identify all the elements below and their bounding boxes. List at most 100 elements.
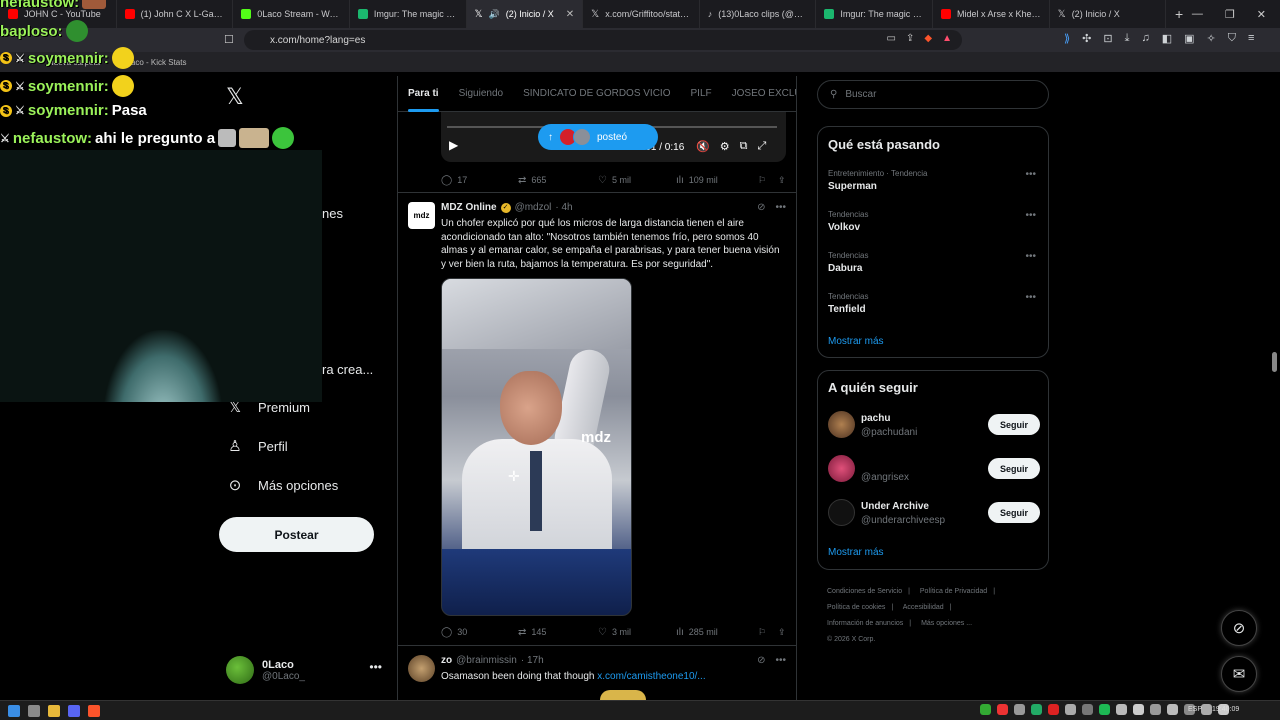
browser-tab[interactable]: Imgur: The magic of the [350, 0, 467, 28]
views-button[interactable]: ılı 109 mil [676, 175, 758, 186]
tray-icon[interactable] [1065, 704, 1076, 715]
more-icon[interactable]: ••• [1025, 210, 1036, 221]
show-more-link[interactable]: Mostrar más [828, 336, 884, 347]
shield-icon[interactable]: ⛉ [1228, 32, 1236, 45]
tab-list[interactable]: SINDICATO DE GORDOS VICIO [513, 76, 680, 112]
pip-icon[interactable]: ⧉ [740, 140, 748, 153]
reply-button[interactable]: ◯ 17 [441, 175, 518, 186]
fullscreen-icon[interactable]: ⤢ [757, 140, 766, 153]
footer-link[interactable]: Más opciones ... [921, 620, 972, 627]
share-button[interactable]: ⇪ [778, 175, 786, 186]
play-icon[interactable]: ▶ [449, 138, 458, 152]
browser-tab[interactable]: ♪(13)0Laco clips (@0Laco [700, 0, 817, 28]
author-handle[interactable]: @mdzol [515, 202, 552, 213]
tray-icon[interactable] [1014, 704, 1025, 715]
cast-icon[interactable]: ▭ [887, 33, 896, 44]
tab-list[interactable]: JOSEO EXCLUSI [722, 76, 796, 112]
nav-profile[interactable]: ♙ Perfil [226, 437, 287, 455]
tray-icon[interactable] [1167, 704, 1178, 715]
more-icon[interactable]: ••• [775, 202, 786, 213]
avatar[interactable] [408, 655, 435, 682]
browser-tab[interactable]: 𝕏 (2) Inicio / X [1050, 0, 1167, 28]
footer-link[interactable]: Información de anuncios [827, 620, 903, 627]
brave-rewards-icon[interactable]: ▲ [942, 33, 952, 44]
restore-icon[interactable]: ❐ [1225, 8, 1235, 21]
nav-more-options[interactable]: ⊙ Más opciones [226, 476, 339, 494]
nav-partial-label[interactable]: ra crea... [322, 362, 373, 377]
minimize-icon[interactable]: — [1192, 8, 1203, 21]
repost-button[interactable]: ⇄ 145 [518, 627, 598, 638]
tab-para-ti[interactable]: Para ti [398, 76, 449, 112]
tweet-video[interactable]: mdz [441, 278, 632, 616]
bookmark-button[interactable]: ⚐ [758, 627, 778, 638]
app-icon[interactable] [28, 704, 40, 717]
follow-suggestion[interactable]: pachu @pachudani Seguir [828, 411, 1040, 441]
tray-icon[interactable] [1048, 704, 1059, 715]
url-input[interactable]: x.com/home?lang=es ▭ ⇪ ◆ ▲ [244, 30, 962, 50]
follow-button[interactable]: Seguir [988, 458, 1040, 479]
footer-link[interactable]: Condiciones de Servicio [827, 588, 902, 595]
like-button[interactable]: ♡ 3 mil [598, 627, 676, 638]
footer-link[interactable]: Accesibilidad [903, 604, 944, 611]
brave-icon[interactable] [88, 704, 100, 717]
browser-tab-active[interactable]: 𝕏 🔊 (2) Inicio / X ✕ [466, 0, 584, 28]
vpn-icon[interactable]: ⟫ [1064, 32, 1070, 45]
avatar[interactable]: mdz [408, 202, 435, 229]
brave-shield-icon[interactable]: ◆ [924, 33, 932, 44]
new-posts-pill[interactable]: ↑ posteó [538, 124, 658, 150]
trend-item[interactable]: Volkov [828, 222, 860, 233]
follow-button[interactable]: Seguir [988, 414, 1040, 435]
windows-start-icon[interactable] [8, 704, 20, 717]
more-icon[interactable]: ••• [369, 660, 382, 674]
discord-icon[interactable] [68, 704, 80, 717]
browser-tab[interactable]: (1) John C X L-Gante X [117, 0, 234, 28]
folder-icon[interactable] [48, 704, 60, 717]
tray-icon[interactable] [1116, 704, 1127, 715]
wallet-icon[interactable]: ▣ [1184, 32, 1194, 45]
browser-tab[interactable]: Imgur: The magic of the [816, 0, 933, 28]
share-button[interactable]: ⇪ [778, 627, 786, 638]
views-button[interactable]: ılı 285 mil [676, 627, 758, 638]
more-icon[interactable]: ••• [1025, 292, 1036, 303]
tray-icon[interactable] [1201, 704, 1212, 715]
menu-icon[interactable]: ≡ [1248, 32, 1254, 45]
browser-tab[interactable]: Midel x Arse x Khea (F [933, 0, 1050, 28]
nav-partial-label[interactable]: nes [322, 206, 343, 221]
trend-item[interactable]: Tenfield [828, 304, 866, 315]
follow-suggestion[interactable]: @angrisex Seguir [828, 455, 1040, 485]
sidebar-icon[interactable]: ◧ [1162, 32, 1172, 45]
browser-tab[interactable]: 0Laco Stream - Watch [233, 0, 350, 28]
account-switcher[interactable]: 0Laco @0Laco_ ••• [226, 652, 386, 688]
grok-button[interactable]: ⊘ [1221, 610, 1257, 646]
tray-icon[interactable] [1031, 704, 1042, 715]
show-more-link[interactable]: Mostrar más [828, 547, 884, 558]
tab-siguiendo[interactable]: Siguiendo [449, 76, 513, 112]
author-handle[interactable]: @brainmissin [456, 655, 517, 666]
messages-button[interactable]: ✉ [1221, 656, 1257, 692]
browser-tab[interactable]: 𝕏x.com/Griffitoo/status/ [583, 0, 700, 28]
download-icon[interactable]: ⤓ [1125, 32, 1130, 45]
trend-item[interactable]: Dabura [828, 263, 862, 274]
close-window-icon[interactable]: ✕ [1257, 8, 1266, 21]
grok-icon[interactable]: ⊘ [757, 202, 765, 213]
more-icon[interactable]: ••• [1025, 251, 1036, 262]
bookmark-icon[interactable]: ☐ [224, 33, 234, 46]
spotify-icon[interactable] [1099, 704, 1110, 715]
tray-icon[interactable] [1133, 704, 1144, 715]
reply-button[interactable]: ◯ 30 [441, 627, 518, 638]
follow-suggestion[interactable]: Under Archive @underarchiveesp Seguir [828, 499, 1040, 529]
more-icon[interactable]: ••• [775, 655, 786, 666]
like-button[interactable]: ♡ 5 mil [598, 175, 676, 186]
tray-icon[interactable] [1150, 704, 1161, 715]
more-icon[interactable]: ••• [1025, 169, 1036, 180]
tweet-time[interactable]: · 4h [555, 202, 572, 213]
search-input[interactable]: ⚲ Buscar [817, 80, 1049, 109]
x-logo[interactable]: 𝕏 [226, 85, 244, 110]
scrollbar[interactable] [1272, 352, 1277, 372]
media-icon[interactable]: ♫ [1141, 32, 1149, 45]
extensions-icon[interactable]: ✣ [1082, 32, 1091, 45]
tweet-media-preview[interactable] [600, 690, 646, 700]
tray-icon[interactable] [980, 704, 991, 715]
screenshot-icon[interactable]: ⊡ [1103, 32, 1112, 45]
post-button[interactable]: Postear [219, 517, 374, 552]
